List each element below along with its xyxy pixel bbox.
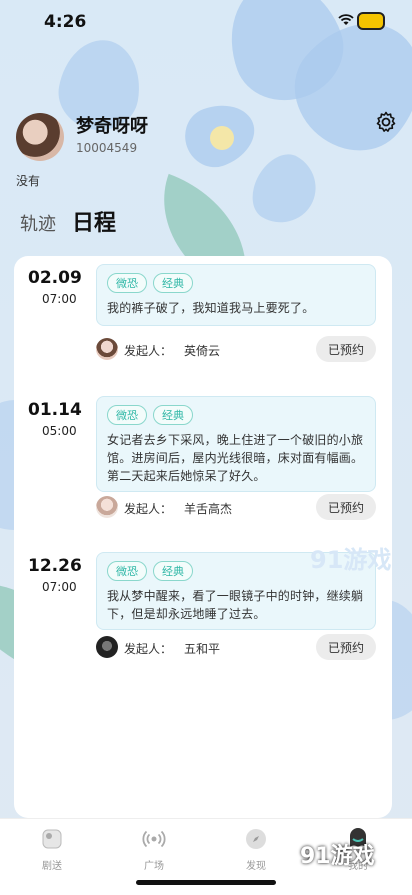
avatar[interactable] [16, 113, 64, 161]
event-card[interactable]: 微恐 经典 我的裤子破了，我知道我马上要死了。 [96, 264, 376, 326]
initiator-label: 发起人： [124, 344, 173, 358]
reserved-button[interactable]: 已预约 [316, 336, 376, 362]
profile-name: 梦奇呀呀 [76, 116, 148, 137]
nav-label: 剧送 [42, 861, 62, 872]
home-indicator [136, 880, 276, 885]
event-date: 12.26 [28, 556, 82, 576]
tab-bar: 轨迹 日程 [20, 205, 116, 237]
wifi-icon [338, 14, 354, 25]
home-icon [42, 829, 62, 849]
event-time: 07:00 [42, 580, 77, 594]
initiator-name: 英倚云 [184, 344, 221, 358]
initiator-name: 羊舌高杰 [184, 502, 233, 516]
nav-item-home[interactable]: 剧送 [22, 827, 82, 872]
event-description: 女记者去乡下采风，晚上住进了一个破旧的小旅馆。进房间后，屋内光线很暗，床对面有幅… [107, 433, 364, 483]
tag[interactable]: 微恐 [107, 273, 147, 293]
reserved-button[interactable]: 已预约 [316, 634, 376, 660]
event-date: 01.14 [28, 400, 82, 420]
event-time: 07:00 [42, 292, 77, 306]
event-date: 02.09 [28, 268, 82, 288]
gear-icon[interactable] [374, 110, 398, 134]
battery-icon [357, 12, 385, 30]
initiator-label: 发起人： [124, 642, 173, 656]
nav-item-square[interactable]: 广场 [124, 827, 184, 872]
tag[interactable]: 经典 [153, 405, 193, 425]
tab-schedule[interactable]: 日程 [72, 205, 116, 237]
initiator-name: 五和平 [184, 642, 221, 656]
status-time: 4:26 [44, 12, 87, 32]
tag[interactable]: 经典 [153, 273, 193, 293]
tab-track[interactable]: 轨迹 [20, 210, 56, 236]
status-bar: 4:26 [0, 0, 412, 44]
tag[interactable]: 微恐 [107, 405, 147, 425]
nav-label: 广场 [144, 861, 164, 872]
event-footer: 发起人： 羊舌高杰 已预约 [96, 494, 376, 520]
nav-label: 发现 [246, 861, 266, 872]
event-time: 05:00 [42, 424, 77, 438]
event-description: 我从梦中醒来，看了一眼镜子中的时钟，继续躺下，但是却永远地睡了过去。 [107, 589, 364, 621]
profile-id: 10004549 [76, 141, 138, 155]
watermark-logo: 91游戏 [310, 546, 392, 574]
event-description: 我的裤子破了，我知道我马上要死了。 [107, 301, 315, 315]
watermark-badge: 91游戏 [300, 844, 375, 869]
initiator-avatar[interactable] [96, 636, 118, 658]
initiator-label: 发起人： [124, 502, 173, 516]
tag[interactable]: 经典 [153, 561, 193, 581]
initiator-avatar[interactable] [96, 338, 118, 360]
profile-bio: 没有 [16, 174, 41, 188]
event-footer: 发起人： 五和平 已预约 [96, 634, 376, 660]
broadcast-icon [142, 830, 166, 848]
event-footer: 发起人： 英倚云 已预约 [96, 336, 376, 362]
nav-item-discover[interactable]: 发现 [226, 827, 286, 872]
compass-icon [246, 829, 266, 849]
tag[interactable]: 微恐 [107, 561, 147, 581]
reserved-button[interactable]: 已预约 [316, 494, 376, 520]
initiator-avatar[interactable] [96, 496, 118, 518]
schedule-panel: 02.09 07:00 微恐 经典 我的裤子破了，我知道我马上要死了。 发起人：… [14, 256, 392, 818]
event-card[interactable]: 微恐 经典 女记者去乡下采风，晚上住进了一个破旧的小旅馆。进房间后，屋内光线很暗… [96, 396, 376, 492]
